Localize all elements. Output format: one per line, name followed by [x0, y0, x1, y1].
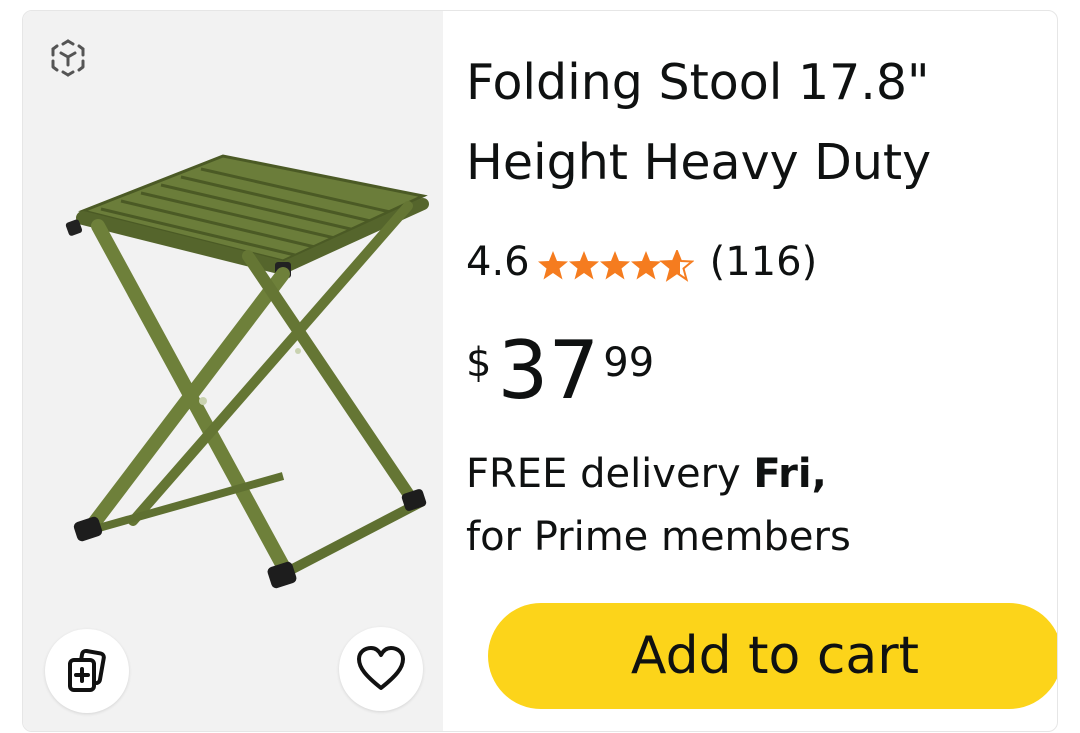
product-image-stool [65, 154, 429, 589]
heart-icon [357, 646, 405, 690]
star-icon [537, 251, 568, 280]
rating-value: 4.6 [466, 239, 530, 285]
product-card[interactable]: Folding Stool 17.8" Height Heavy Duty Ca… [22, 10, 1058, 732]
add-to-wishlist-button[interactable] [339, 627, 423, 711]
product-title[interactable]: Folding Stool 17.8" Height Heavy Duty Ca… [466, 43, 986, 219]
product-image-panel[interactable] [23, 11, 443, 731]
delivery-prefix: FREE delivery [466, 451, 754, 497]
star-rating [537, 250, 694, 282]
product-price: $ 37 99 [466, 326, 654, 416]
delivery-day: Fri, [753, 451, 827, 497]
product-details: Folding Stool 17.8" Height Heavy Duty Ca… [466, 11, 1057, 731]
star-icon [599, 251, 630, 280]
compare-button[interactable] [45, 629, 129, 713]
star-icon [568, 251, 599, 280]
compare-cards-icon [68, 648, 106, 692]
delivery-suffix: for Prime members [466, 514, 851, 560]
review-count[interactable]: (116) [710, 239, 818, 285]
price-whole: 37 [497, 324, 600, 417]
price-fraction: 99 [603, 340, 655, 386]
rating-row[interactable]: 4.6 (116) [466, 239, 817, 285]
star-icon [630, 251, 661, 280]
delivery-info: FREE delivery Fri, for Prime members [466, 443, 1026, 569]
add-to-cart-button[interactable]: Add to cart [488, 603, 1057, 709]
price-currency: $ [466, 340, 492, 386]
view-in-3d-icon[interactable] [47, 37, 89, 79]
star-rating-icons [537, 250, 693, 281]
